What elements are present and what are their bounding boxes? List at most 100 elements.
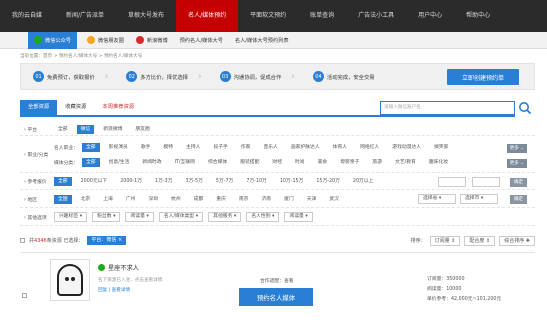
region-option[interactable]: 深圳 bbox=[144, 195, 162, 204]
create-booking-button[interactable]: 立即创建预约单 bbox=[447, 69, 519, 85]
media-option[interactable]: 美食 bbox=[314, 158, 332, 167]
subnav-moments[interactable]: 微信朋友圈 bbox=[81, 32, 130, 49]
other-dropdown[interactable]: 其他服务 ▾ bbox=[208, 212, 242, 222]
media-option[interactable]: 母婴亲子 bbox=[336, 158, 363, 167]
other-dropdown[interactable]: 名人性别 ▾ bbox=[246, 212, 280, 222]
media-option[interactable]: 新闻时政 bbox=[138, 158, 165, 167]
role-option[interactable]: 模特 bbox=[159, 143, 177, 152]
price-min-input[interactable] bbox=[438, 177, 466, 187]
nav-item-home[interactable]: 我的云自媒 bbox=[0, 0, 54, 32]
role-option[interactable]: 游戏动漫达人 bbox=[388, 143, 425, 152]
region-option[interactable]: 重庆 bbox=[212, 195, 230, 204]
nav-item-help[interactable]: 帮助中心 bbox=[454, 0, 502, 32]
more-celebrity-button[interactable]: 更多 ⌄ bbox=[506, 144, 527, 153]
region-option[interactable]: 北京 bbox=[77, 195, 95, 204]
search-input[interactable]: 请输入微信账户名 bbox=[380, 101, 515, 115]
tab-weekly-recommended[interactable]: 本周推荐资源 bbox=[94, 100, 142, 115]
other-dropdown[interactable]: 粉丝数 ▾ bbox=[92, 212, 121, 222]
price-option[interactable]: 3万-5万 bbox=[181, 177, 206, 186]
reply-link[interactable]: 回复 bbox=[98, 288, 107, 293]
subnav-book-celebrity[interactable]: 预约名人/媒体大号 bbox=[174, 32, 229, 49]
other-dropdown[interactable]: 阅读量 ▾ bbox=[125, 212, 154, 222]
region-option[interactable]: 武汉 bbox=[325, 195, 343, 204]
region-option[interactable]: 济南 bbox=[257, 195, 275, 204]
media-option[interactable]: 时尚 bbox=[291, 158, 309, 167]
region-option[interactable]: 杭州 bbox=[167, 195, 185, 204]
city-select[interactable]: 选择市 ▾ bbox=[460, 194, 498, 204]
nav-item-print[interactable]: 平面软文预约 bbox=[238, 0, 298, 32]
role-option[interactable]: 全部 bbox=[82, 142, 100, 152]
book-celebrity-button[interactable]: 预约名人媒体 bbox=[239, 288, 313, 306]
price-option[interactable]: 10万-15万 bbox=[276, 177, 308, 186]
tab-favorites[interactable]: 收藏资源 bbox=[57, 100, 94, 115]
media-option[interactable]: 文艺/教育 bbox=[391, 158, 420, 167]
region-option[interactable]: 上海 bbox=[99, 195, 117, 204]
region-option[interactable]: 南京 bbox=[235, 195, 253, 204]
media-option[interactable]: 服装搭配 bbox=[236, 158, 263, 167]
region-option[interactable]: 天津 bbox=[303, 195, 321, 204]
more-media-button[interactable]: 更多 ⌄ bbox=[506, 159, 527, 168]
nav-item-news-ads[interactable]: 新闻/广告派单 bbox=[54, 0, 116, 32]
media-option[interactable]: IT/互联网 bbox=[171, 158, 199, 167]
role-option[interactable]: 主持人 bbox=[182, 143, 204, 152]
subnav-wechat[interactable]: 微信公众号 bbox=[28, 31, 77, 49]
other-dropdown[interactable]: 名人/媒体类型 ▾ bbox=[158, 212, 204, 222]
search-button[interactable] bbox=[515, 99, 535, 117]
region-option[interactable]: 成都 bbox=[190, 195, 208, 204]
media-option[interactable]: 趣味化妆 bbox=[425, 158, 452, 167]
region-option[interactable]: 广州 bbox=[122, 195, 140, 204]
price-option[interactable]: 15万-20万 bbox=[312, 177, 344, 186]
platform-option[interactable]: 微信 bbox=[76, 124, 95, 134]
tab-all-resources[interactable]: 全部资源 bbox=[20, 100, 58, 115]
price-option[interactable]: 2000元以下 bbox=[77, 177, 112, 186]
account-name[interactable]: 星座不求人 bbox=[108, 263, 139, 272]
card-checkbox[interactable] bbox=[22, 293, 27, 298]
region-option[interactable]: 全国 bbox=[54, 194, 72, 204]
role-option[interactable]: 搞笑家 bbox=[430, 143, 452, 152]
price-option[interactable]: 2000-1万 bbox=[116, 177, 146, 186]
platform-option[interactable]: 新浪微博 bbox=[99, 125, 126, 134]
nav-item-grassroots[interactable]: 草根大号发布 bbox=[116, 0, 176, 32]
sort-subscriptions-button[interactable]: 订阅量 ⇕ bbox=[429, 235, 461, 246]
price-option[interactable]: 全部 bbox=[54, 177, 72, 186]
subnav-booking-list[interactable]: 名人/媒体大号预约列表 bbox=[229, 32, 295, 49]
nav-item-billing[interactable]: 账单查询 bbox=[298, 0, 346, 32]
sort-overall-button[interactable]: 综合排序 ✚ bbox=[499, 235, 535, 246]
nav-item-user[interactable]: 用户中心 bbox=[406, 0, 454, 32]
province-select[interactable]: 选择省 ▾ bbox=[418, 194, 456, 204]
other-dropdown[interactable]: 兴趣标签 ▾ bbox=[54, 212, 88, 222]
nav-item-celebrity[interactable]: 名人/媒体预约 bbox=[176, 0, 239, 32]
region-confirm-button[interactable]: 确定 bbox=[510, 195, 527, 204]
region-option[interactable]: 厦门 bbox=[280, 195, 298, 204]
media-option[interactable]: 旅游 bbox=[368, 158, 386, 167]
platform-option[interactable]: 全部 bbox=[54, 125, 72, 134]
role-option[interactable]: 音乐人 bbox=[259, 143, 281, 152]
media-option[interactable]: 财经 bbox=[268, 158, 286, 167]
price-option[interactable]: 20万以上 bbox=[349, 177, 378, 186]
media-option[interactable]: 综合媒体 bbox=[204, 158, 231, 167]
role-option[interactable]: 网络红人 bbox=[356, 143, 383, 152]
select-all-checkbox[interactable] bbox=[20, 238, 25, 243]
sort-cooperation-button[interactable]: 配合度 ⇕ bbox=[464, 235, 496, 246]
role-option[interactable]: 歌手 bbox=[137, 143, 155, 152]
role-option[interactable]: 影视演员 bbox=[105, 143, 132, 152]
media-option[interactable]: 创意/生活 bbox=[105, 158, 134, 167]
role-option[interactable]: 画家护肤达人 bbox=[287, 143, 324, 152]
price-option[interactable]: 1万-3万 bbox=[151, 177, 176, 186]
other-dropdown[interactable]: 阅读量 ▾ bbox=[284, 212, 313, 222]
price-max-input[interactable] bbox=[472, 177, 500, 187]
selected-filter-tag[interactable]: 平台：微信 × bbox=[87, 236, 127, 245]
avatar[interactable] bbox=[50, 259, 90, 301]
price-option[interactable]: 7万-10万 bbox=[242, 177, 270, 186]
nav-item-tools[interactable]: 广告法小工具 bbox=[346, 0, 406, 32]
media-option[interactable]: 全部 bbox=[82, 157, 100, 167]
subnav-weibo[interactable]: 新浪微博 bbox=[130, 32, 174, 49]
price-option[interactable]: 5万-7万 bbox=[212, 177, 237, 186]
platform-option[interactable]: 朋友圈 bbox=[131, 125, 153, 134]
details-link[interactable]: 查看详情 bbox=[112, 288, 130, 293]
role-option[interactable]: 段子手 bbox=[209, 143, 231, 152]
role-option[interactable]: 体育人 bbox=[329, 143, 351, 152]
breadcrumb: 当前位置：首页 > 预约名人/媒体大号 > 预约名人/媒体大号 bbox=[20, 54, 143, 59]
price-confirm-button[interactable]: 确定 bbox=[510, 178, 527, 187]
role-option[interactable]: 作家 bbox=[237, 143, 255, 152]
